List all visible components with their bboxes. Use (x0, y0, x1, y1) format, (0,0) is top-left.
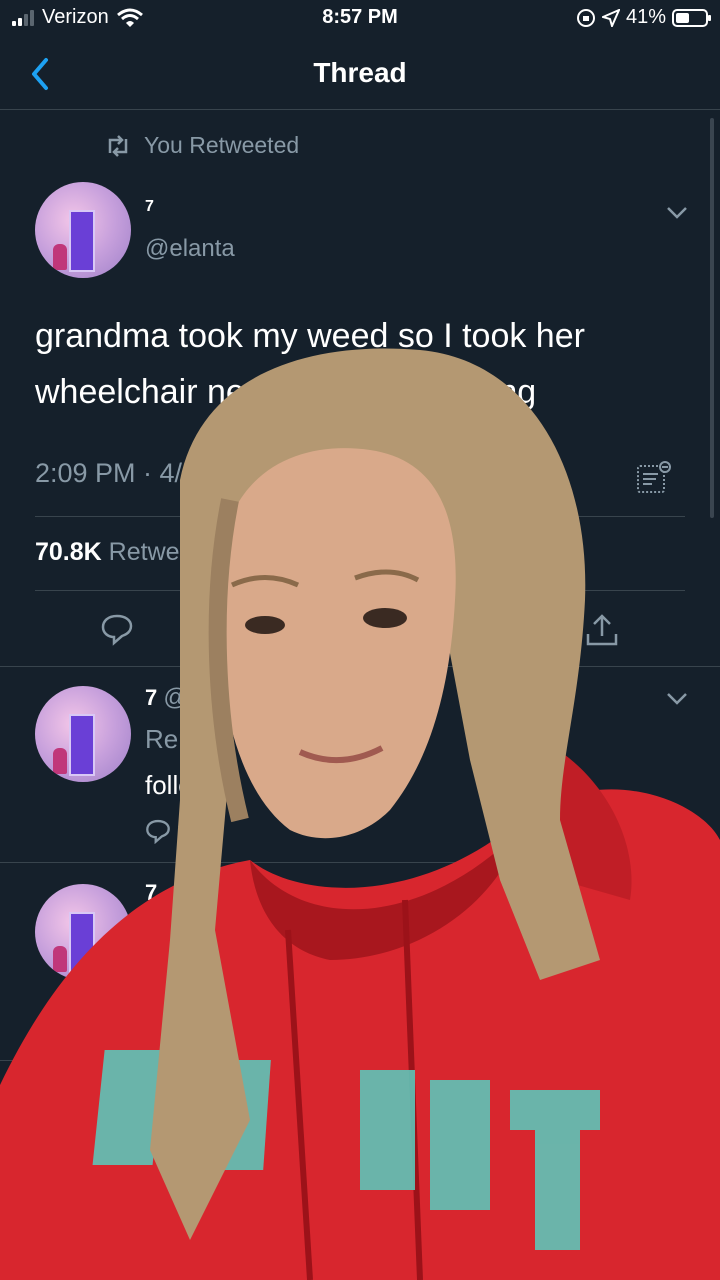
reply-icon[interactable] (100, 612, 134, 646)
tweet-text-line1: grandma took my weed so I took her (35, 317, 585, 355)
scrollbar[interactable] (710, 118, 714, 518)
location-icon (601, 8, 620, 27)
divider (35, 516, 685, 517)
divider (35, 590, 685, 591)
battery-icon (672, 8, 711, 27)
tweet-text-line2: wheelchair ne olling (35, 364, 685, 420)
reply-author-handle: @ (163, 684, 188, 711)
divider (0, 862, 720, 863)
status-right: 41% (576, 6, 711, 29)
retweets-count: 70.8K (35, 538, 102, 566)
retweet-label: You Retweeted (144, 132, 300, 158)
reply-author-name[interactable]: 7 (145, 880, 157, 906)
orientation-lock-icon (576, 8, 595, 27)
nav-header: Thread (0, 40, 720, 110)
divider (0, 1060, 720, 1061)
page-title: Thread (313, 57, 407, 88)
reply-body: follo (145, 770, 193, 800)
avatar[interactable] (35, 182, 131, 278)
battery-percent: 41% (625, 6, 666, 28)
reply-icon (146, 819, 170, 844)
reply-count: 2 (177, 819, 189, 842)
author-handle[interactable]: @elanta (145, 235, 235, 263)
tweet-text: grandma took my weed so I took her wheel… (35, 308, 685, 420)
tweet-text-line2-end: olling (456, 373, 537, 411)
retweet-icon (108, 134, 128, 157)
reply-author[interactable]: 7 @ (145, 684, 188, 712)
tweet-timestamp: 2:09 PM · 4/5 (35, 458, 198, 488)
retweet-stats[interactable]: 70.8K Retwe (35, 538, 180, 567)
retweet-indicator: You Retweeted (104, 132, 299, 159)
chevron-down-icon[interactable] (666, 206, 688, 220)
analytics-icon[interactable] (636, 460, 672, 496)
reply-author-name: 7 (145, 685, 158, 710)
retweets-label: Retwe (108, 538, 180, 566)
replying-to: Rep (145, 724, 193, 754)
reply-action[interactable]: 2 (145, 818, 188, 844)
avatar[interactable] (35, 884, 131, 980)
divider (0, 666, 720, 667)
author-name[interactable]: 7 (145, 198, 154, 216)
avatar[interactable] (35, 686, 131, 782)
chevron-down-icon[interactable] (666, 692, 688, 706)
tweet-text-line2-start: wheelchair ne (35, 373, 245, 411)
status-bar: Verizon 8:57 PM 41% (0, 0, 720, 38)
share-icon[interactable] (584, 612, 620, 648)
